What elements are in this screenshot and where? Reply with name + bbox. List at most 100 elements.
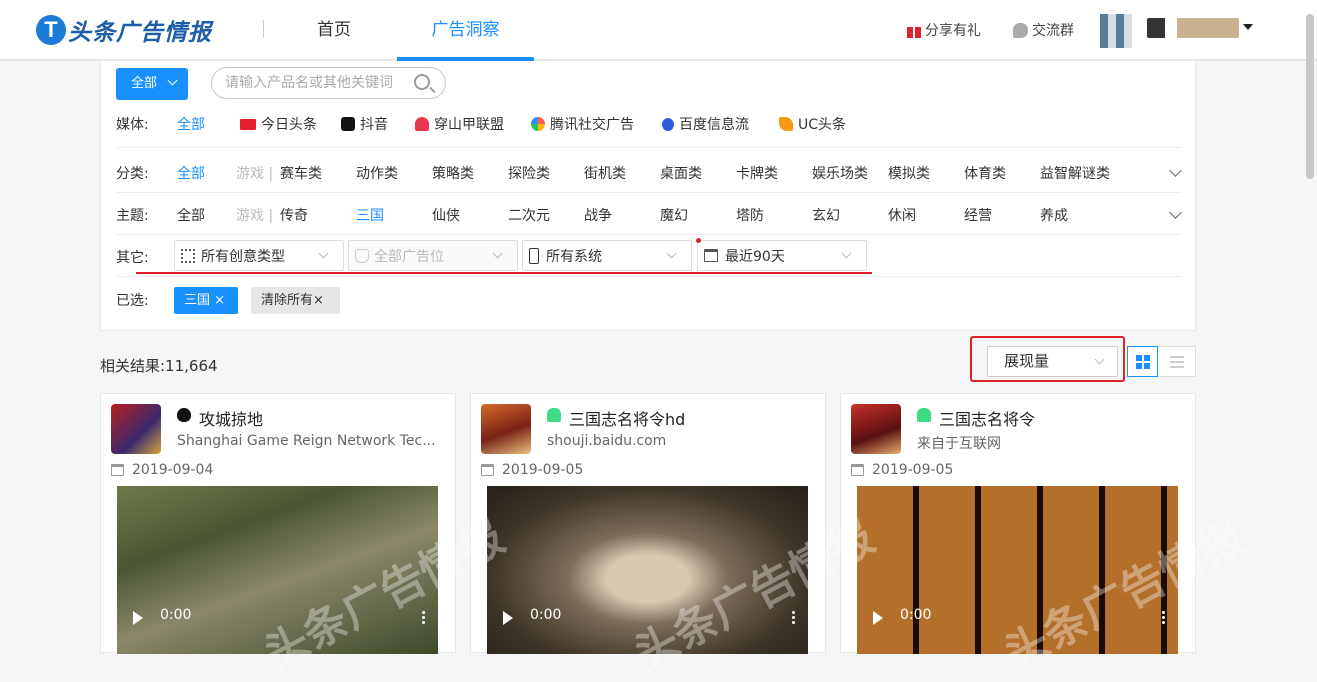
media-scope-dropdown[interactable]: 全部 (116, 68, 188, 100)
ad-publisher: 来自于互联网 (917, 436, 1001, 452)
grid-cell (1136, 363, 1142, 369)
category-filter-row: 分类: 全部 游戏 | 赛车类 动作类 策略类 探险类 街机类 桌面类 卡牌类 … (101, 163, 1195, 185)
theme-item[interactable]: 二次元 (508, 205, 550, 225)
divider (116, 147, 1181, 148)
category-item[interactable]: 模拟类 (888, 163, 930, 183)
chevron-down-icon (666, 248, 677, 259)
ad-card[interactable]: 三国志名将令hd shouji.baidu.com 2019-09-05 0:0… (470, 393, 826, 654)
notification-dot (696, 238, 701, 243)
video-player[interactable]: 0:00 (487, 486, 808, 654)
media-item-douyin[interactable]: 抖音 (341, 114, 388, 134)
ad-card[interactable]: 攻城掠地 Shanghai Game Reign Network Tec... … (100, 393, 456, 654)
creative-type-value: 所有创意类型 (201, 248, 285, 265)
category-item[interactable]: 益智解谜类 (1040, 163, 1110, 183)
theme-item-selected[interactable]: 三国 (356, 205, 384, 225)
site-logo[interactable]: T 头条广告情报 (36, 13, 212, 47)
group-link[interactable]: 交流群 (1013, 20, 1074, 40)
category-item[interactable]: 桌面类 (660, 163, 702, 183)
annotation-underline (136, 272, 872, 274)
avatar[interactable] (1100, 14, 1132, 48)
video-time: 0:00 (900, 607, 932, 623)
theme-item[interactable]: 战争 (584, 205, 612, 225)
selected-label: 已选: (116, 293, 149, 309)
ad-title[interactable]: 三国志名将令 (939, 406, 1035, 430)
category-item[interactable]: 卡牌类 (736, 163, 778, 183)
theme-filter-row: 主题: 全部 游戏 | 传奇 三国 仙侠 二次元 战争 魔幻 塔防 玄幻 休闲 … (101, 205, 1195, 227)
category-label: 分类: (116, 166, 149, 182)
user-menu-caret-icon[interactable] (1243, 24, 1253, 30)
play-icon[interactable] (503, 611, 513, 625)
theme-item[interactable]: 全部 (177, 205, 205, 225)
logo-mark: T (36, 15, 66, 45)
media-item-tencent[interactable]: 腾讯社交广告 (531, 114, 634, 134)
chevron-down-icon (492, 248, 503, 259)
ad-title[interactable]: 攻城掠地 (199, 406, 263, 430)
other-label: 其它: (116, 250, 149, 266)
page-scrollbar[interactable] (1306, 14, 1314, 179)
app-thumbnail (481, 404, 531, 454)
video-player[interactable]: 0:00 (117, 486, 438, 654)
douyin-icon (341, 117, 355, 131)
theme-item[interactable]: 养成 (1040, 205, 1068, 225)
more-options-icon[interactable] (792, 610, 795, 624)
category-item[interactable]: 探险类 (508, 163, 550, 183)
more-options-icon[interactable] (1162, 610, 1165, 624)
share-link[interactable]: 分享有礼 (906, 20, 981, 40)
logo-text: 头条广告情报 (68, 20, 212, 46)
android-icon (547, 408, 561, 422)
video-player[interactable]: 0:00 (857, 486, 1178, 654)
media-item-all[interactable]: 全部 (177, 114, 205, 134)
media-item-toutiao[interactable]: 今日头条 (240, 114, 317, 134)
ad-publisher: shouji.baidu.com (547, 433, 667, 449)
selected-chip-sanguo[interactable]: 三国 × (174, 287, 238, 314)
theme-item[interactable]: 仙侠 (432, 205, 460, 225)
category-item[interactable]: 动作类 (356, 163, 398, 183)
category-item[interactable]: 娱乐场类 (812, 163, 868, 183)
category-item[interactable]: 街机类 (584, 163, 626, 183)
more-options-icon[interactable] (422, 610, 425, 624)
grid-view-button[interactable] (1127, 346, 1158, 377)
category-item[interactable]: 赛车类 (280, 163, 322, 183)
apple-icon (177, 408, 191, 422)
date-range-select[interactable]: 最近90天 (697, 240, 867, 271)
search-box (211, 67, 446, 99)
ad-title[interactable]: 三国志名将令hd (569, 406, 685, 430)
category-item[interactable]: 全部 (177, 163, 205, 183)
play-icon[interactable] (133, 611, 143, 625)
category-item[interactable]: 策略类 (432, 163, 474, 183)
group-label: 交流群 (1032, 23, 1074, 39)
baidu-icon (662, 117, 674, 131)
media-item-label: 全部 (177, 117, 205, 133)
clear-all-button[interactable]: 清除所有× (251, 287, 340, 314)
system-select[interactable]: 所有系统 (522, 240, 692, 271)
list-view-button[interactable] (1158, 346, 1196, 377)
theme-item[interactable]: 玄幻 (812, 205, 840, 225)
category-item[interactable]: 体育类 (964, 163, 1006, 183)
username-redacted[interactable] (1147, 18, 1239, 38)
theme-item[interactable]: 传奇 (280, 205, 308, 225)
app-thumbnail (111, 404, 161, 454)
media-item-pangle[interactable]: 穿山甲联盟 (415, 114, 504, 134)
calendar-icon (851, 464, 864, 476)
play-icon[interactable] (873, 611, 883, 625)
share-label: 分享有礼 (925, 23, 981, 39)
nav-ad-insight[interactable]: 广告洞察 (397, 0, 534, 61)
theme-item[interactable]: 魔幻 (660, 205, 688, 225)
theme-item[interactable]: 经营 (964, 205, 992, 225)
search-icon[interactable] (414, 74, 430, 90)
grid-cell (1144, 363, 1150, 369)
creative-type-select[interactable]: 所有创意类型 (174, 240, 344, 271)
ad-card[interactable]: 三国志名将令 来自于互联网 2019-09-05 0:00 (840, 393, 1196, 654)
video-time: 0:00 (530, 607, 562, 623)
theme-item[interactable]: 休闲 (888, 205, 916, 225)
sort-select[interactable]: 展现量 (987, 346, 1118, 377)
nav-home[interactable]: 首页 (317, 0, 351, 61)
calendar-icon (481, 464, 494, 476)
expand-category-icon[interactable] (1169, 164, 1182, 177)
media-item-uc[interactable]: UC头条 (779, 114, 846, 134)
media-item-baidu[interactable]: 百度信息流 (662, 114, 749, 134)
expand-theme-icon[interactable] (1169, 206, 1182, 219)
search-input[interactable] (225, 68, 410, 98)
chevron-down-icon (1094, 354, 1105, 365)
theme-item[interactable]: 塔防 (736, 205, 764, 225)
